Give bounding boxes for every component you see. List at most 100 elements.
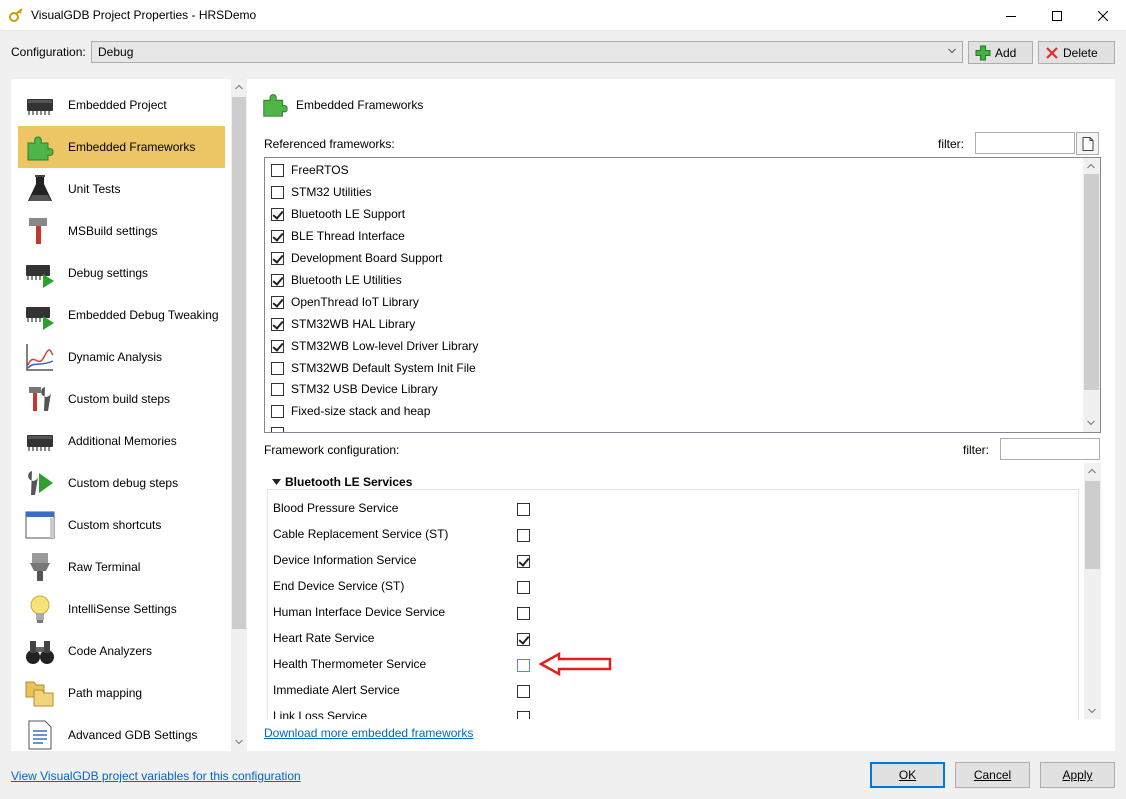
table-row: Heart Rate Service [273,625,374,651]
list-item[interactable]: STM32WB Low-level Driver Library [271,337,478,355]
framework-checkbox[interactable] [271,251,284,265]
framework-label: Development Board Support [291,251,443,265]
list-item[interactable]: STM32 USB Device Library [271,380,438,398]
framework-checkbox[interactable] [271,185,284,199]
sidebar-item-intellisense-settings[interactable]: IntelliSense Settings [18,588,225,630]
framework-label: Fixed-size stack and heap [291,404,431,418]
framework-checkbox[interactable] [271,382,284,396]
configuration-select[interactable]: Debug [91,41,963,63]
framework-checkbox[interactable] [271,317,284,331]
collapse-triangle-icon [272,479,281,485]
delete-label: Delete [1063,45,1098,60]
service-checkbox[interactable] [517,711,530,719]
list-item[interactable]: Bluetooth LE Utilities [271,271,402,289]
service-checkbox[interactable] [517,581,530,594]
configuration-filter-input[interactable] [1000,438,1100,460]
framework-label: STM32WB Low-level Driver Library [291,339,479,353]
framework-checkbox[interactable] [271,426,284,432]
framework-checkbox[interactable] [271,295,284,309]
sidebar-item-raw-terminal[interactable]: Raw Terminal [18,546,225,588]
framework-checkbox[interactable] [271,207,284,221]
window-title: VisualGDB Project Properties - HRSDemo [31,8,257,22]
sidebar-item-advanced-gdb-settings[interactable]: Advanced GDB Settings [18,714,225,756]
sidebar-item-embedded-project[interactable]: Embedded Project [18,84,225,126]
framework-label: OpenThread IoT Library [291,295,419,309]
sidebar-item-unit-tests[interactable]: Unit Tests [18,168,225,210]
list-item[interactable]: FreeRTOS [271,161,349,179]
sidebar-item-custom-build-steps[interactable]: Custom build steps [18,378,225,420]
list-item[interactable]: STM32WB Default System Init File [271,359,476,377]
sidebar-item-label: Custom build steps [68,392,171,406]
list-item[interactable]: STM32 Utilities [271,183,372,201]
apply-button[interactable]: Apply [1040,762,1115,788]
sidebar-item-code-analyzers[interactable]: Code Analyzers [18,630,225,672]
list-item-partial[interactable] [271,424,291,432]
puzzle-icon [263,94,288,117]
download-frameworks-link[interactable]: Download more embedded frameworks [264,726,473,740]
frameworks-scroll-thumb[interactable] [1084,174,1099,390]
framework-checkbox[interactable] [271,339,284,353]
health-thermometer-checkbox[interactable] [517,659,530,672]
filter-label: filter: [938,137,965,151]
configuration-scroll-thumb[interactable] [1085,481,1100,569]
add-button[interactable]: Add [968,41,1033,64]
service-checkbox[interactable] [517,529,530,542]
service-label: Cable Replacement Service (ST) [273,527,449,541]
page-icon [1082,136,1093,151]
frameworks-filter-input[interactable] [975,132,1075,154]
sidebar-item-msbuild-settings[interactable]: MSBuild settings [18,210,225,252]
list-item[interactable]: OpenThread IoT Library [271,293,419,311]
list-item[interactable]: Bluetooth LE Support [271,205,405,223]
new-page-button[interactable] [1076,132,1099,155]
service-label: Health Thermometer Service [273,657,427,671]
service-checkbox[interactable] [517,607,530,620]
service-checkbox[interactable] [517,555,530,568]
framework-checkbox[interactable] [271,163,284,177]
sidebar-item-debug-settings[interactable]: Debug settings [18,252,225,294]
table-row: Cable Replacement Service (ST) [273,521,448,547]
sidebar-item-embedded-debug-tweaking[interactable]: Embedded Debug Tweaking [18,294,225,336]
sidebar-item-path-mapping[interactable]: Path mapping [18,672,225,714]
framework-checkbox[interactable] [271,229,284,243]
project-variables-link[interactable]: View VisualGDB project variables for thi… [11,769,301,783]
sidebar-scroll-thumb[interactable] [232,97,246,629]
sidebar-item-embedded-frameworks[interactable]: Embedded Frameworks [18,126,225,168]
sidebar-item-dynamic-analysis[interactable]: Dynamic Analysis [18,336,225,378]
ok-button[interactable]: OK [870,762,945,788]
delete-button[interactable]: Delete [1038,41,1115,64]
sidebar-item-label: Advanced GDB Settings [68,728,198,742]
table-row: Human Interface Device Service [273,599,445,625]
maximize-button[interactable] [1034,0,1080,31]
sidebar-item-label: Code Analyzers [68,644,153,658]
cancel-button[interactable]: Cancel [955,762,1030,788]
binoculars-icon [26,641,54,664]
folders-icon [25,681,54,707]
service-checkbox[interactable] [517,633,530,646]
sidebar-item-label: Additional Memories [68,434,177,448]
framework-checkbox[interactable] [271,273,284,287]
close-icon [1098,10,1108,21]
list-item[interactable]: Development Board Support [271,249,442,267]
table-row: Link Loss Service [273,703,367,719]
wrench-play-icon [28,471,53,495]
table-row: End Device Service (ST) [273,573,404,599]
list-item[interactable]: STM32WB HAL Library [271,315,415,333]
list-item[interactable]: BLE Thread Interface [271,227,405,245]
add-label: Add [995,45,1017,60]
sidebar-item-custom-debug-steps[interactable]: Custom debug steps [18,462,225,504]
sidebar-item-additional-memories[interactable]: Additional Memories [18,420,225,462]
framework-checkbox[interactable] [271,404,284,418]
framework-label: STM32WB Default System Init File [291,361,476,375]
service-label: Heart Rate Service [273,631,375,645]
list-item[interactable]: Fixed-size stack and heap [271,402,430,420]
service-checkbox[interactable] [517,685,530,698]
hammer-icon [29,218,47,244]
service-checkbox[interactable] [517,503,530,516]
section-header[interactable]: Bluetooth LE Services [272,475,412,489]
framework-checkbox[interactable] [271,361,284,375]
document-icon [28,720,52,750]
sidebar-item-custom-shortcuts[interactable]: Custom shortcuts [18,504,225,546]
scroll-down-icon [235,739,243,745]
close-button[interactable] [1080,0,1126,31]
minimize-button[interactable] [988,0,1034,31]
